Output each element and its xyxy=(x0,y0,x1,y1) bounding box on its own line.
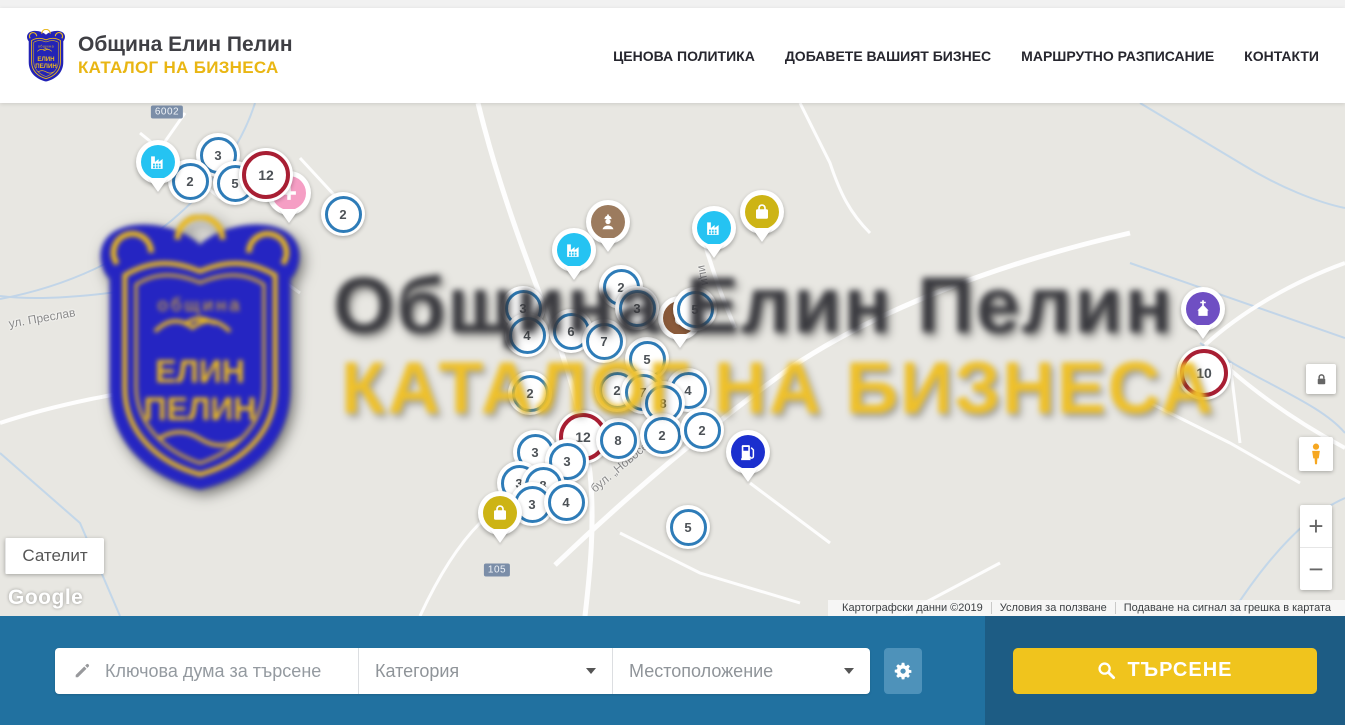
shopping-bag-icon xyxy=(483,496,517,530)
cluster-count: 5 xyxy=(677,291,714,328)
page: община ЕЛИН ПЕЛИН Община Елин Пелин КАТА… xyxy=(0,0,1345,725)
road-label: 105 xyxy=(484,564,510,577)
site-logo[interactable]: община ЕЛИН ПЕЛИН Община Елин Пелин КАТА… xyxy=(24,29,293,83)
keyword-input[interactable] xyxy=(103,660,358,683)
cluster-marker[interactable]: 5 xyxy=(666,505,710,549)
pin-shopping-bag[interactable] xyxy=(740,190,784,234)
chevron-down-icon xyxy=(586,668,596,674)
main-nav: ЦЕНОВА ПОЛИТИКА ДОБАВЕТЕ ВАШИЯТ БИЗНЕС М… xyxy=(613,48,1319,64)
svg-text:ПЕЛИН: ПЕЛИН xyxy=(35,63,57,70)
category-placeholder: Категория xyxy=(375,661,459,682)
nav-route-schedule[interactable]: МАРШРУТНО РАЗПИСАНИЕ xyxy=(1021,48,1214,64)
fuel-icon xyxy=(731,435,765,469)
factory-icon xyxy=(557,233,591,267)
map-attribution: Картографски данни ©2019 Условия за полз… xyxy=(828,600,1345,616)
search-icon xyxy=(1097,661,1116,680)
cluster-marker[interactable]: 7 xyxy=(582,319,626,363)
header: община ЕЛИН ПЕЛИН Община Елин Пелин КАТА… xyxy=(0,8,1345,103)
pin-tail xyxy=(148,178,168,202)
shopping-bag-icon xyxy=(745,195,779,229)
cluster-count: 10 xyxy=(1180,349,1228,397)
site-title: Община Елин Пелин xyxy=(78,33,293,57)
svg-text:ЕЛИН: ЕЛИН xyxy=(37,56,54,63)
pin-tail xyxy=(598,238,618,262)
pin-tail xyxy=(564,266,584,290)
search-button-panel: ТЪРСЕНЕ xyxy=(985,616,1345,725)
cluster-marker[interactable]: 4 xyxy=(544,480,588,524)
pin-tail xyxy=(752,228,772,252)
pegman-icon xyxy=(1305,442,1327,466)
cluster-count: 2 xyxy=(325,196,362,233)
pin-tail xyxy=(279,209,299,233)
keyword-field[interactable] xyxy=(55,648,358,694)
location-select[interactable]: Местоположение xyxy=(612,648,870,694)
cluster-count: 2 xyxy=(512,375,549,412)
cluster-marker[interactable]: 2 xyxy=(321,192,365,236)
terms-link[interactable]: Условия за ползване xyxy=(991,602,1115,614)
pin-tail xyxy=(738,468,758,492)
pin-factory[interactable] xyxy=(552,228,596,272)
cluster-marker[interactable]: 3 xyxy=(615,286,659,330)
map-canvas[interactable]: 3251223235647522748128223338345106002105… xyxy=(0,103,1345,616)
report-error-link[interactable]: Подаване на сигнал за грешка в картата xyxy=(1115,602,1339,614)
pin-tail xyxy=(704,244,724,268)
map-copyright: Картографски данни ©2019 xyxy=(834,602,991,614)
cluster-marker[interactable]: 4 xyxy=(505,313,549,357)
pencil-icon xyxy=(73,662,91,680)
pin-church[interactable] xyxy=(1181,287,1225,331)
cluster-count: 8 xyxy=(600,422,637,459)
cluster-count: 2 xyxy=(684,412,721,449)
nav-contacts[interactable]: КОНТАКТИ xyxy=(1244,48,1319,64)
church-icon xyxy=(1186,292,1220,326)
factory-icon xyxy=(141,145,175,179)
pin-tail xyxy=(670,334,690,358)
road-label: 6002 xyxy=(151,106,183,119)
map-type-control: Карта Сателит xyxy=(5,538,104,574)
cluster-count: 4 xyxy=(509,317,546,354)
crest-logo-icon: община ЕЛИН ПЕЛИН xyxy=(24,29,68,83)
search-fields: Категория Местоположение xyxy=(55,648,870,694)
zoom-control: + − xyxy=(1300,505,1332,590)
pin-factory[interactable] xyxy=(692,206,736,250)
factory-icon xyxy=(697,211,731,245)
zoom-in-button[interactable]: + xyxy=(1300,505,1332,548)
cluster-count: 7 xyxy=(586,323,623,360)
cluster-count: 4 xyxy=(548,484,585,521)
nav-add-business[interactable]: ДОБАВЕТЕ ВАШИЯТ БИЗНЕС xyxy=(785,48,991,64)
lock-icon xyxy=(1314,372,1329,387)
google-logo[interactable]: Google xyxy=(8,586,83,610)
cluster-marker[interactable]: 2 xyxy=(680,408,724,452)
cluster-count: 3 xyxy=(619,290,656,327)
cluster-count: 12 xyxy=(242,151,290,199)
cluster-marker[interactable]: 8 xyxy=(596,418,640,462)
pin-factory[interactable] xyxy=(136,140,180,184)
search-bar: Категория Местоположение ТЪРСЕНЕ xyxy=(0,616,1345,725)
category-select[interactable]: Категория xyxy=(358,648,612,694)
map-type-satellite-button[interactable]: Сателит xyxy=(5,538,104,574)
worker-icon xyxy=(591,205,625,239)
pin-fuel[interactable] xyxy=(726,430,770,474)
chevron-down-icon xyxy=(844,668,854,674)
page-top-strip xyxy=(0,0,1345,8)
cluster-marker[interactable]: 12 xyxy=(239,148,293,202)
pin-tail xyxy=(1193,325,1213,349)
svg-text:община: община xyxy=(38,44,54,48)
advanced-search-button[interactable] xyxy=(884,648,922,694)
street-view-pegman-button[interactable] xyxy=(1299,437,1333,471)
location-placeholder: Местоположение xyxy=(629,661,773,682)
pin-tail xyxy=(490,529,510,553)
site-subtitle: КАТАЛОГ НА БИЗНЕСА xyxy=(78,58,293,78)
gear-icon xyxy=(893,661,914,682)
cluster-marker[interactable]: 2 xyxy=(508,371,552,415)
zoom-out-button[interactable]: − xyxy=(1300,548,1332,590)
cluster-marker[interactable]: 5 xyxy=(673,287,717,331)
search-submit-button[interactable]: ТЪРСЕНЕ xyxy=(1013,648,1317,694)
cluster-marker[interactable]: 10 xyxy=(1177,346,1231,400)
pin-shopping-bag[interactable] xyxy=(478,491,522,535)
cluster-count: 2 xyxy=(644,417,681,454)
cluster-count: 5 xyxy=(670,509,707,546)
nav-pricing-policy[interactable]: ЦЕНОВА ПОЛИТИКА xyxy=(613,48,755,64)
lock-button[interactable] xyxy=(1306,364,1336,394)
cluster-marker[interactable]: 2 xyxy=(640,413,684,457)
